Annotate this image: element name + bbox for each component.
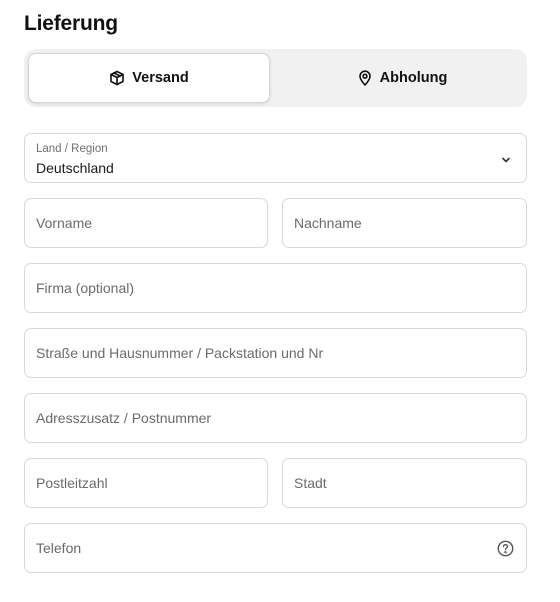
location-pin-icon bbox=[357, 70, 373, 86]
last-name-placeholder: Nachname bbox=[294, 215, 362, 231]
country-value: Deutschland bbox=[36, 160, 114, 176]
delivery-method-toggle: Versand Abholung bbox=[24, 49, 527, 107]
company-placeholder: Firma (optional) bbox=[36, 280, 135, 296]
address-extra-placeholder: Adresszusatz / Postnummer bbox=[36, 410, 212, 426]
first-name-placeholder: Vorname bbox=[36, 215, 93, 231]
company-field[interactable]: Firma (optional) bbox=[24, 263, 527, 313]
shipping-option-label: Versand bbox=[132, 70, 189, 86]
pickup-option-label: Abholung bbox=[379, 70, 448, 86]
street-field[interactable]: Straße und Hausnummer / Packstation und … bbox=[24, 328, 527, 378]
shipping-option-button[interactable]: Versand bbox=[28, 53, 270, 103]
postal-code-field[interactable]: Postleitzahl bbox=[24, 458, 268, 508]
pickup-option-button[interactable]: Abholung bbox=[281, 53, 523, 103]
city-placeholder: Stadt bbox=[294, 475, 327, 491]
country-label: Land / Region bbox=[36, 143, 108, 155]
help-circle-icon[interactable] bbox=[497, 540, 514, 562]
last-name-field[interactable]: Nachname bbox=[282, 198, 527, 248]
chevron-down-icon bbox=[500, 153, 512, 171]
phone-field[interactable]: Telefon bbox=[24, 523, 527, 573]
country-select[interactable]: Land / Region Deutschland bbox=[24, 133, 527, 183]
postal-code-placeholder: Postleitzahl bbox=[36, 475, 108, 491]
first-name-field[interactable]: Vorname bbox=[24, 198, 268, 248]
phone-placeholder: Telefon bbox=[36, 540, 82, 556]
street-placeholder: Straße und Hausnummer / Packstation und … bbox=[36, 345, 324, 361]
package-icon bbox=[109, 70, 125, 86]
address-extra-field[interactable]: Adresszusatz / Postnummer bbox=[24, 393, 527, 443]
city-field[interactable]: Stadt bbox=[282, 458, 527, 508]
section-title: Lieferung bbox=[24, 12, 118, 35]
